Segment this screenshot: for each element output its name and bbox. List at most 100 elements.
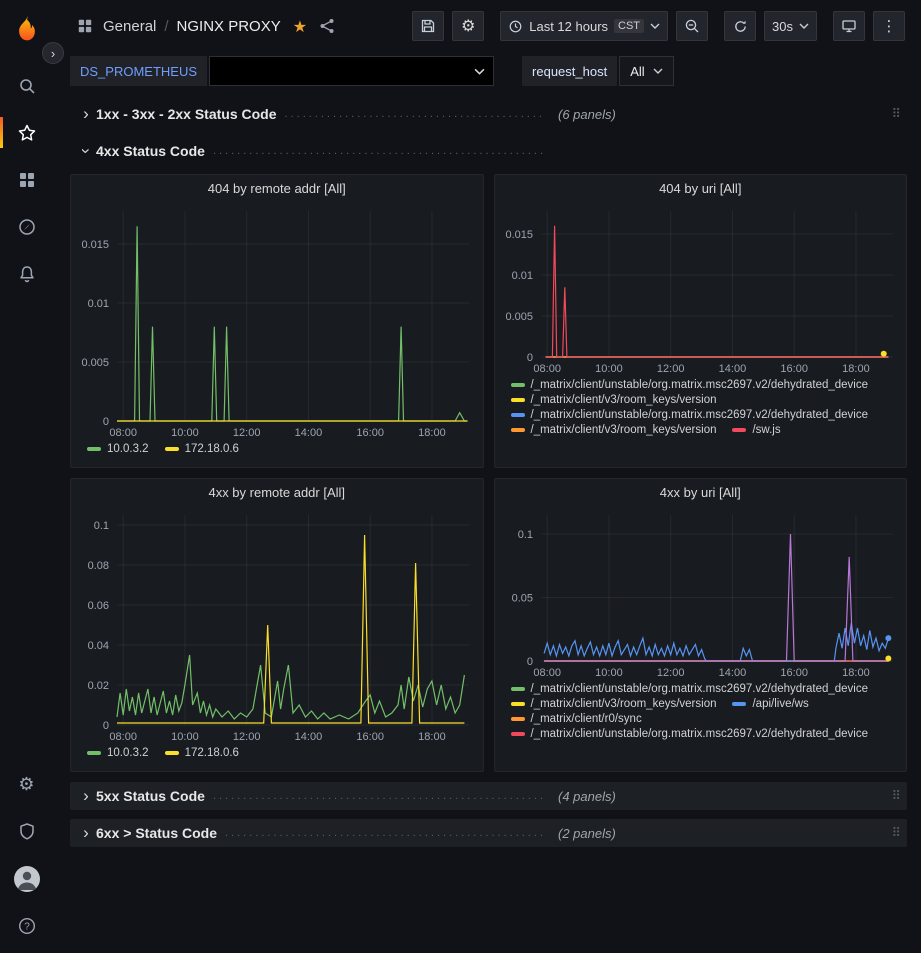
panel-grid: 4xx by remote addr [All] 08:0010:0012:00… [70,478,907,772]
refresh-button[interactable] [724,11,756,41]
row-header-6xx[interactable]: › 6xx > Status Code (2 panels) ⠿ [70,819,907,847]
help-icon[interactable]: ? [0,902,53,949]
drag-handle-icon[interactable]: ⠿ [891,827,901,840]
svg-text:18:00: 18:00 [418,731,446,743]
row-header-1xx-3xx-2xx[interactable]: › 1xx - 3xx - 2xx Status Code (6 panels)… [70,100,907,128]
variables-bar: DS_PROMETHEUS request_host All [53,52,921,94]
chart-legend: 10.0.3.2 172.18.0.6 [71,745,483,771]
settings-gear-icon[interactable]: ⚙ [0,761,53,808]
user-avatar[interactable] [0,855,53,902]
explore-compass-icon[interactable] [0,203,53,250]
tv-view-button[interactable] [833,11,865,41]
legend-item[interactable]: /_matrix/client/unstable/org.matrix.msc2… [511,728,869,740]
dashboards-icon[interactable] [0,156,53,203]
legend-item[interactable]: /_matrix/client/unstable/org.matrix.msc2… [511,683,869,695]
svg-text:18:00: 18:00 [842,363,870,375]
row-header-4xx[interactable]: › 4xx Status Code [70,137,907,165]
legend-item[interactable]: /api/live/ws [732,698,808,710]
series-line [544,623,888,661]
legend-series-label: /_matrix/client/v3/room_keys/version [531,698,717,710]
svg-text:10:00: 10:00 [171,427,199,439]
legend-item[interactable]: /_matrix/client/v3/room_keys/version [511,698,717,710]
time-series-chart[interactable]: 08:0010:0012:0014:0016:0018:0000.0050.01… [495,201,907,377]
legend-swatch-icon [511,717,525,721]
legend-item[interactable]: 172.18.0.6 [165,443,239,455]
chart-svg: 08:0010:0012:0014:0016:0018:0000.020.040… [71,505,483,745]
panel-4xx-by-uri: 4xx by uri [All] 08:0010:0012:0014:0016:… [494,478,908,772]
panel-4xx-by-remote-addr: 4xx by remote addr [All] 08:0010:0012:00… [70,478,484,772]
legend-swatch-icon [511,413,525,417]
svg-text:16:00: 16:00 [356,427,384,439]
row-header-5xx[interactable]: › 5xx Status Code (4 panels) ⠿ [70,782,907,810]
refresh-interval-dropdown[interactable]: 30s [764,11,817,41]
clock-icon [508,19,523,34]
server-admin-shield-icon[interactable] [0,808,53,855]
chevron-down-icon: › [76,141,96,161]
svg-text:?: ? [24,921,30,932]
svg-text:0.08: 0.08 [88,560,109,572]
time-series-chart[interactable]: 08:0010:0012:0014:0016:0018:0000.0050.01… [71,201,483,441]
legend-item[interactable]: 10.0.3.2 [87,443,149,455]
svg-text:0.005: 0.005 [505,311,533,323]
svg-text:0.01: 0.01 [511,270,532,282]
breadcrumb-separator: / [164,18,168,35]
request-host-variable-value: All [630,64,644,79]
breadcrumb-dashboard-title[interactable]: NGINX PROXY [177,18,281,35]
chart-legend: 10.0.3.2 172.18.0.6 [71,441,483,467]
panel-title[interactable]: 4xx by uri [All] [495,479,907,505]
expand-menu-button[interactable]: › [42,42,64,64]
svg-text:12:00: 12:00 [656,363,684,375]
datasource-variable-label[interactable]: DS_PROMETHEUS [70,56,207,86]
legend-series-label: 10.0.3.2 [107,443,149,455]
legend-swatch-icon [732,702,746,706]
legend-swatch-icon [87,751,101,755]
datasource-variable-select[interactable] [209,56,494,86]
request-host-variable-select[interactable]: All [619,56,673,86]
chevron-down-icon [799,23,809,29]
starred-dashboards-icon[interactable] [0,109,53,156]
drag-handle-icon[interactable]: ⠿ [891,108,901,121]
chart-legend: /_matrix/client/unstable/org.matrix.msc2… [495,681,907,771]
drag-handle-icon[interactable]: ⠿ [891,790,901,803]
panel-title[interactable]: 404 by uri [All] [495,175,907,201]
legend-item[interactable]: /_matrix/client/unstable/org.matrix.msc2… [511,409,869,421]
dashboard-settings-button[interactable]: ⚙ [452,11,484,41]
svg-text:10:00: 10:00 [171,731,199,743]
time-series-chart[interactable]: 08:0010:0012:0014:0016:0018:0000.020.040… [71,505,483,745]
chevron-right-icon: › [76,104,96,124]
grafana-app: ⚙ ? › [0,0,921,953]
alerting-bell-icon[interactable] [0,250,53,297]
save-dashboard-button[interactable] [412,11,444,41]
panel-title[interactable]: 404 by remote addr [All] [71,175,483,201]
svg-text:0.06: 0.06 [88,600,109,612]
svg-text:0.01: 0.01 [88,298,109,310]
gear-icon: ⚙ [461,18,475,34]
zoom-out-button[interactable] [676,11,708,41]
panel-title[interactable]: 4xx by remote addr [All] [71,479,483,505]
legend-series-label: /_matrix/client/v3/room_keys/version [531,424,717,436]
legend-series-label: /_matrix/client/unstable/org.matrix.msc2… [531,728,869,740]
time-range-picker[interactable]: Last 12 hours CST [500,11,668,41]
time-series-chart[interactable]: 08:0010:0012:0014:0016:0018:0000.050.1 [495,505,907,681]
legend-item[interactable]: 10.0.3.2 [87,747,149,759]
legend-item[interactable]: /_matrix/client/v3/room_keys/version [511,424,717,436]
legend-item[interactable]: /_matrix/client/r0/sync [511,713,642,725]
legend-item[interactable]: 172.18.0.6 [165,747,239,759]
toolbar: ⚙ Last 12 hours CST [412,11,905,41]
row-left: › 6xx > Status Code [76,823,554,843]
legend-item[interactable]: /sw.js [732,424,780,436]
search-icon[interactable] [0,62,53,109]
chart-svg: 08:0010:0012:0014:0016:0018:0000.050.1 [495,505,907,681]
legend-item[interactable]: /_matrix/client/unstable/org.matrix.msc2… [511,379,869,391]
share-icon[interactable] [319,18,335,34]
svg-text:0.1: 0.1 [94,520,109,532]
time-range-label: Last 12 hours [529,19,608,34]
request-host-variable-label[interactable]: request_host [522,56,617,86]
favorite-star-icon[interactable]: ★ [293,17,307,36]
more-options-button[interactable]: ⋮ [873,11,905,41]
zoom-out-icon [684,18,700,34]
legend-item[interactable]: /_matrix/client/v3/room_keys/version [511,394,717,406]
legend-swatch-icon [732,428,746,432]
breadcrumb-folder[interactable]: General [103,18,156,35]
chevron-down-icon [650,23,660,29]
